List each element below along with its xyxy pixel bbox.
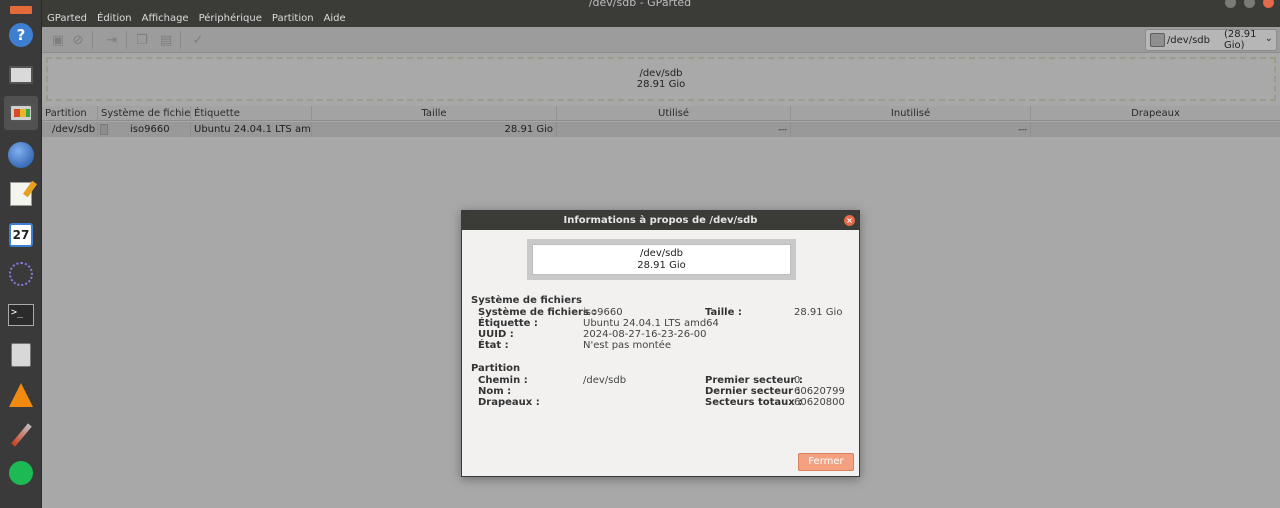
new-partition-icon[interactable]: ▣ bbox=[50, 32, 66, 48]
dialog-titlebar: Informations à propos de /dev/sdb × bbox=[462, 211, 859, 230]
disk-map[interactable]: /dev/sdb 28.91 Gio bbox=[46, 57, 1276, 101]
menu-affichage[interactable]: Affichage bbox=[142, 13, 189, 24]
help-icon: ? bbox=[7, 21, 35, 49]
last-sector-label: Dernier secteur : bbox=[705, 386, 801, 397]
minimize-button[interactable] bbox=[1225, 0, 1236, 8]
first-sector-label: Premier secteur : bbox=[705, 375, 803, 386]
text-editor-icon bbox=[7, 180, 38, 208]
dock-item-vlc[interactable] bbox=[4, 378, 38, 412]
partition-table-header: Partition Système de fichiers Étiquette … bbox=[42, 106, 1280, 121]
cell-label: Ubuntu 24.04.1 LTS amd64 bbox=[191, 122, 312, 137]
device-selector-device: /dev/sdb bbox=[1166, 34, 1210, 46]
col-label[interactable]: Étiquette bbox=[191, 106, 312, 121]
col-filesystem[interactable]: Système de fichiers bbox=[98, 106, 191, 121]
dock-item-gparted[interactable] bbox=[4, 96, 38, 130]
info-dialog: Informations à propos de /dev/sdb × /dev… bbox=[461, 210, 860, 477]
disk-map-size: 28.91 Gio bbox=[636, 79, 686, 90]
path-value: /dev/sdb bbox=[583, 375, 627, 386]
label-value: Ubuntu 24.04.1 LTS amd64 bbox=[583, 318, 719, 329]
table-row[interactable]: /dev/sdb iso9660 Ubuntu 24.04.1 LTS amd6… bbox=[42, 122, 1280, 137]
hard-disk-icon bbox=[1150, 33, 1165, 47]
uuid-label: UUID : bbox=[478, 329, 514, 340]
delete-icon[interactable]: ⊘ bbox=[70, 32, 86, 48]
dialog-map-size: 28.91 Gio bbox=[637, 259, 686, 271]
menu-peripherique[interactable]: Périphérique bbox=[199, 13, 262, 24]
window-title: /dev/sdb - GParted bbox=[588, 0, 692, 9]
vlc-icon bbox=[7, 381, 35, 409]
terminal-icon: >_ bbox=[7, 301, 35, 329]
col-size[interactable]: Taille bbox=[312, 106, 557, 121]
dialog-title: Informations à propos de /dev/sdb bbox=[563, 215, 758, 226]
menu-gparted[interactable]: GParted bbox=[47, 13, 87, 24]
col-flags[interactable]: Drapeaux bbox=[1031, 106, 1280, 121]
fs-type-label: Système de fichiers : bbox=[478, 307, 597, 318]
filesystem-color-swatch bbox=[100, 123, 108, 135]
device-selector[interactable]: /dev/sdb (28.91 Gio) ⌄ bbox=[1145, 29, 1277, 51]
dock-item-calculator[interactable] bbox=[4, 338, 38, 372]
first-sector-value: 0 bbox=[794, 375, 801, 386]
dock-item-terminal[interactable]: >_ bbox=[4, 298, 38, 332]
fs-type-value: iso9660 bbox=[583, 307, 623, 318]
col-partition[interactable]: Partition bbox=[42, 106, 98, 121]
brush-icon bbox=[7, 421, 35, 449]
total-sectors-value: 60620800 bbox=[794, 397, 845, 408]
size-value: 28.91 Gio bbox=[794, 307, 843, 318]
state-label: État : bbox=[478, 340, 509, 351]
resize-move-icon[interactable]: ⇥ bbox=[104, 32, 120, 48]
flags-label: Drapeaux : bbox=[478, 397, 540, 408]
col-used[interactable]: Utilisé bbox=[557, 106, 791, 121]
maximize-button[interactable] bbox=[1244, 0, 1255, 8]
menu-partition[interactable]: Partition bbox=[272, 13, 314, 24]
partition-section-title: Partition bbox=[471, 363, 521, 374]
cell-unused: --- bbox=[791, 122, 1031, 137]
dock-item-brush[interactable] bbox=[4, 418, 38, 452]
disk-map-device: /dev/sdb bbox=[639, 68, 683, 79]
dock-item-browser[interactable] bbox=[4, 138, 38, 172]
apply-icon[interactable]: ✓ bbox=[190, 32, 206, 48]
dock-item-calendar[interactable]: 27 bbox=[4, 218, 38, 252]
close-icon[interactable]: × bbox=[844, 215, 855, 226]
total-sectors-label: Secteurs totaux : bbox=[705, 397, 803, 408]
col-unused[interactable]: Inutilisé bbox=[791, 106, 1031, 121]
name-label: Nom : bbox=[478, 386, 512, 397]
calculator-icon bbox=[7, 341, 35, 369]
menubar: GParted Édition Affichage Périphérique P… bbox=[42, 10, 1280, 27]
toolbar: ▣ ⊘ ⇥ ❐ ▤ ✓ /dev/sdb (28.91 Gio) ⌄ bbox=[42, 27, 1280, 53]
menu-edition[interactable]: Édition bbox=[97, 13, 132, 24]
label-label: Étiquette : bbox=[478, 318, 538, 329]
dock-item-help[interactable]: ? bbox=[4, 18, 38, 52]
close-button[interactable]: Fermer bbox=[798, 453, 854, 471]
state-value: N'est pas montée bbox=[583, 340, 671, 351]
browser-icon bbox=[7, 141, 35, 169]
dock-item-scanner[interactable] bbox=[4, 58, 38, 92]
dialog-partition-map: /dev/sdb 28.91 Gio bbox=[527, 239, 796, 280]
cell-size: 28.91 Gio bbox=[312, 122, 557, 137]
dock-item-text-editor[interactable] bbox=[4, 177, 38, 211]
dock-item-dots[interactable] bbox=[4, 257, 38, 291]
dots-icon bbox=[7, 260, 35, 288]
calendar-icon: 27 bbox=[7, 221, 35, 249]
gparted-icon bbox=[7, 99, 35, 127]
size-label: Taille : bbox=[705, 307, 742, 318]
launcher-dock: ? 27 >_ bbox=[0, 0, 42, 508]
cell-flags bbox=[1031, 122, 1280, 137]
paste-icon[interactable]: ▤ bbox=[158, 32, 174, 48]
spotify-icon bbox=[7, 459, 35, 487]
dialog-map-device: /dev/sdb bbox=[639, 247, 684, 259]
window-titlebar: /dev/sdb - GParted bbox=[0, 0, 1280, 10]
filesystem-section-title: Système de fichiers bbox=[471, 295, 582, 306]
path-label: Chemin : bbox=[478, 375, 528, 386]
last-sector-value: 60620799 bbox=[794, 386, 845, 397]
chevron-down-icon: ⌄ bbox=[1264, 33, 1273, 44]
uuid-value: 2024-08-27-16-23-26-00 bbox=[583, 329, 707, 340]
cell-partition: /dev/sdb bbox=[42, 122, 98, 137]
cell-filesystem: iso9660 bbox=[98, 122, 191, 137]
scanner-icon bbox=[7, 61, 35, 89]
dock-item-spotify[interactable] bbox=[4, 456, 38, 490]
copy-icon[interactable]: ❐ bbox=[134, 32, 150, 48]
cell-used: --- bbox=[557, 122, 791, 137]
menu-aide[interactable]: Aide bbox=[324, 13, 346, 24]
window-close-button[interactable] bbox=[1263, 0, 1274, 8]
